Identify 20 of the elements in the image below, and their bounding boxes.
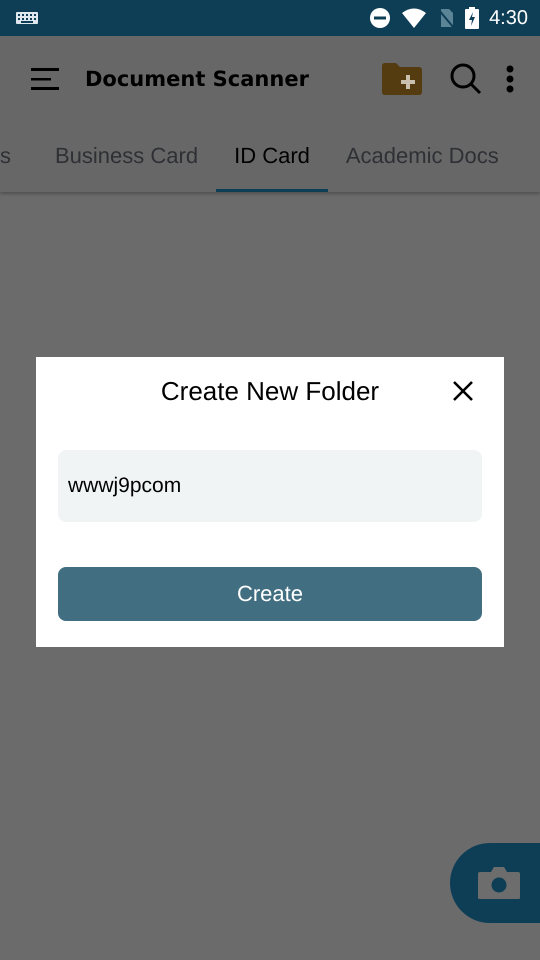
do-not-disturb-icon xyxy=(369,7,392,29)
app-title: Document Scanner xyxy=(85,67,309,91)
tab[interactable]: Academic Docs xyxy=(328,122,517,192)
tab[interactable]: Business Card xyxy=(37,122,216,192)
battery-charging-icon xyxy=(465,7,480,29)
folder-name-field[interactable]: wwwj9pcom xyxy=(58,450,482,522)
wifi-icon xyxy=(401,7,428,29)
tab[interactable]: s xyxy=(0,122,37,192)
create-button[interactable]: Create xyxy=(58,567,482,621)
camera-button[interactable] xyxy=(450,843,540,923)
camera-icon xyxy=(477,866,521,900)
tab[interactable]: ID Card xyxy=(216,122,328,192)
more-options-icon[interactable] xyxy=(506,65,514,93)
clock-time: 4:30 xyxy=(489,6,528,30)
close-icon[interactable] xyxy=(452,380,474,402)
keyboard-icon xyxy=(16,12,38,24)
dialog-title: Create New Folder xyxy=(160,376,380,406)
search-icon[interactable] xyxy=(450,63,482,95)
menu-icon[interactable] xyxy=(31,67,59,91)
add-folder-icon[interactable] xyxy=(382,63,422,95)
